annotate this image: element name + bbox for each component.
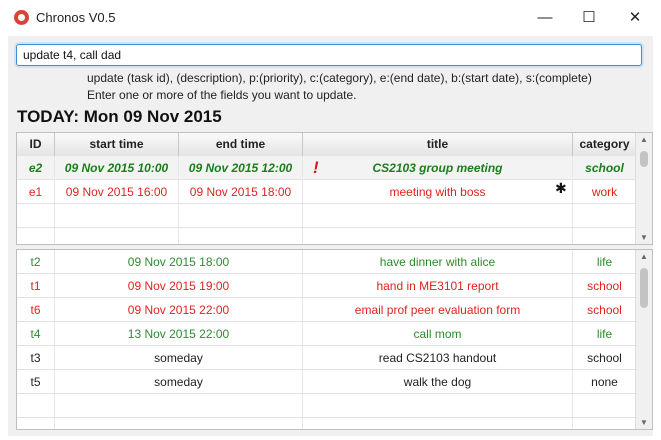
column-header-category[interactable]: category (573, 133, 637, 156)
scroll-up-icon[interactable]: ▲ (636, 135, 652, 144)
event-end-time: 09 Nov 2015 18:00 (179, 180, 303, 204)
task-title: call mom (303, 322, 573, 346)
task-title: hand in ME3101 report (303, 274, 573, 298)
empty-cell (179, 204, 303, 228)
empty-cell (55, 204, 179, 228)
empty-cell (303, 394, 573, 418)
event-title: CS2103 group meeting (303, 156, 573, 180)
event-row[interactable]: e1 09 Nov 2015 16:00 09 Nov 2015 18:00 meet… (17, 180, 637, 204)
task-due-date: someday (55, 346, 303, 370)
task-row[interactable]: t6 09 Nov 2015 22:00 email prof peer evalu… (17, 298, 637, 322)
event-end-time: 09 Nov 2015 12:00 (179, 156, 303, 180)
task-id: t3 (17, 346, 55, 370)
maximize-button[interactable]: ☐ (566, 0, 612, 36)
task-id: t6 (17, 298, 55, 322)
scroll-down-icon[interactable]: ▼ (636, 418, 652, 427)
empty-row (17, 204, 637, 228)
priority-icon: ! (313, 158, 319, 177)
task-title: email prof peer evaluation form (303, 298, 573, 322)
column-header-title[interactable]: title (303, 133, 573, 156)
events-scrollbar[interactable]: ▲ ▼ (635, 133, 652, 244)
task-id: t2 (17, 250, 55, 274)
column-header-id[interactable]: ID (17, 133, 55, 156)
command-help-hint: Enter one or more of the fields you want… (87, 88, 357, 102)
empty-cell (17, 204, 55, 228)
event-category: school (573, 156, 637, 180)
empty-cell (55, 228, 179, 244)
empty-cell (55, 394, 303, 418)
task-title: read CS2103 handout (303, 346, 573, 370)
window-title: Chronos V0.5 (36, 10, 116, 25)
tasks-scrollbar[interactable]: ▲ ▼ (635, 250, 652, 429)
task-due-date: 13 Nov 2015 22:00 (55, 322, 303, 346)
command-input[interactable] (16, 44, 642, 66)
empty-cell (303, 204, 573, 228)
tasks-scroll-thumb[interactable] (640, 268, 648, 308)
task-category: life (573, 250, 637, 274)
command-syntax-hint: update (task id), (description), p:(prio… (87, 71, 592, 85)
empty-cell (303, 418, 573, 429)
column-header-start-time[interactable]: start time (55, 133, 179, 156)
task-row[interactable]: t3 someday read CS2103 handout school (17, 346, 637, 370)
task-row[interactable]: t4 13 Nov 2015 22:00 call mom life (17, 322, 637, 346)
event-title: meeting with boss (303, 180, 573, 204)
task-due-date: 09 Nov 2015 22:00 (55, 298, 303, 322)
task-id: t1 (17, 274, 55, 298)
empty-cell (573, 228, 637, 244)
event-category: work (573, 180, 637, 204)
event-id: e1 (17, 180, 55, 204)
events-scroll-thumb[interactable] (640, 151, 648, 167)
empty-cell (17, 228, 55, 244)
task-title: have dinner with alice (303, 250, 573, 274)
events-table-header: ID start time end time title category (17, 133, 637, 157)
task-row[interactable]: t5 someday walk the dog none (17, 370, 637, 394)
column-header-end-time[interactable]: end time (179, 133, 303, 156)
task-category: school (573, 274, 637, 298)
event-start-time: 09 Nov 2015 10:00 (55, 156, 179, 180)
task-due-date: 09 Nov 2015 18:00 (55, 250, 303, 274)
empty-row (17, 394, 637, 418)
events-table: ID start time end time title category e2… (16, 132, 653, 245)
empty-cell (179, 228, 303, 244)
app-logo-icon (14, 10, 29, 25)
tasks-table: t2 09 Nov 2015 18:00 have dinner with alic… (16, 249, 653, 430)
empty-row (17, 228, 637, 244)
close-button[interactable]: ✕ (612, 0, 658, 36)
empty-row (17, 418, 637, 429)
minimize-button[interactable]: — (522, 0, 568, 36)
main-panel: update (task id), (description), p:(prio… (8, 36, 653, 436)
empty-cell (303, 228, 573, 244)
task-id: t5 (17, 370, 55, 394)
empty-cell (17, 418, 55, 429)
task-category: school (573, 346, 637, 370)
task-category: life (573, 322, 637, 346)
empty-cell (573, 418, 637, 429)
empty-cell (55, 418, 303, 429)
scroll-up-icon[interactable]: ▲ (636, 252, 652, 261)
event-row[interactable]: e2 09 Nov 2015 10:00 09 Nov 2015 12:00 CS21… (17, 156, 637, 180)
title-bar: Chronos V0.5 — ☐ ✕ (0, 0, 661, 36)
task-category: school (573, 298, 637, 322)
event-start-time: 09 Nov 2015 16:00 (55, 180, 179, 204)
task-due-date: someday (55, 370, 303, 394)
empty-cell (17, 394, 55, 418)
event-id: e2 (17, 156, 55, 180)
task-id: t4 (17, 322, 55, 346)
scroll-down-icon[interactable]: ▼ (636, 233, 652, 242)
today-heading: TODAY: Mon 09 Nov 2015 (17, 107, 222, 126)
task-row[interactable]: t2 09 Nov 2015 18:00 have dinner with alic… (17, 250, 637, 274)
task-row[interactable]: t1 09 Nov 2015 19:00 hand in ME3101 report… (17, 274, 637, 298)
empty-cell (573, 204, 637, 228)
asterisk-icon: ✱ (555, 180, 567, 196)
task-title: walk the dog (303, 370, 573, 394)
empty-cell (573, 394, 637, 418)
task-category: none (573, 370, 637, 394)
task-due-date: 09 Nov 2015 19:00 (55, 274, 303, 298)
